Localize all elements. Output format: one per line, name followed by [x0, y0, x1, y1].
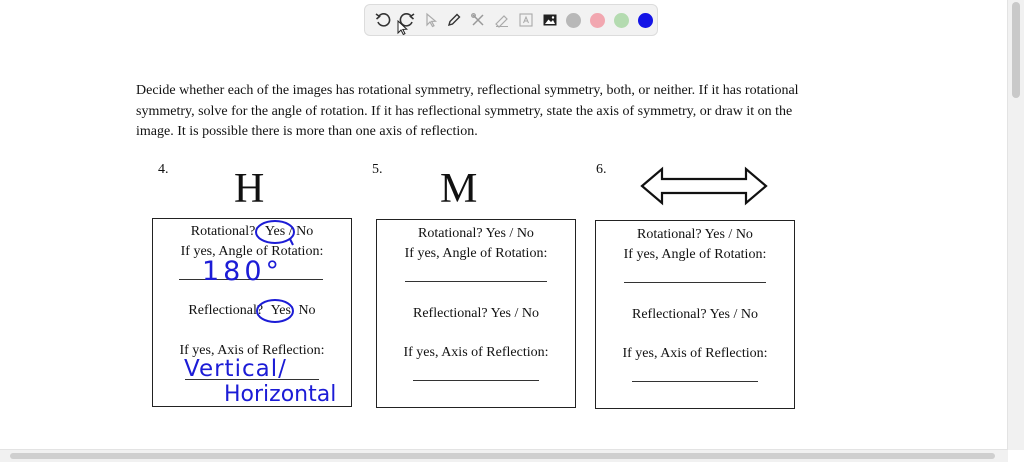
problem-6-answer-box: Rotational? Yes / No If yes, Angle of Ro…	[595, 220, 795, 409]
rotational-question: Rotational? Yes / No	[637, 227, 753, 242]
rotational-question: Rotational? Yes / No	[418, 226, 534, 241]
image-icon[interactable]	[538, 8, 562, 32]
axis-of-reflection-label: If yes, Axis of Reflection:	[622, 346, 768, 361]
axis-of-reflection-label: If yes, Axis of Reflection:	[403, 345, 549, 360]
problem-number: 5.	[372, 162, 383, 177]
vertical-scrollbar[interactable]	[1007, 0, 1024, 450]
mouse-cursor-icon	[397, 20, 409, 36]
pencil-icon[interactable]	[442, 8, 466, 32]
highlighter-icon[interactable]	[490, 8, 514, 32]
axis-answer-line	[185, 379, 319, 380]
reflectional-no: No	[298, 303, 316, 318]
figure-letter-m: M	[440, 166, 478, 212]
color-swatch-green[interactable]	[613, 12, 629, 28]
color-swatch-pink[interactable]	[589, 12, 605, 28]
text-icon[interactable]	[514, 8, 538, 32]
angle-of-rotation-label: If yes, Angle of Rotation:	[623, 247, 767, 262]
rotational-label: Rotational?	[190, 224, 256, 239]
axis-of-reflection-label: If yes, Axis of Reflection:	[179, 343, 325, 358]
vertical-scroll-thumb[interactable]	[1012, 2, 1020, 98]
pointer-icon[interactable]	[419, 8, 443, 32]
figure-letter-h: H	[234, 166, 265, 212]
problem-number: 6.	[596, 162, 607, 177]
axis-answer-line	[632, 381, 758, 382]
angle-answer-line	[405, 281, 547, 282]
yes-circle-annotation	[255, 220, 295, 246]
reflectional-question: Reflectional? Yes / No	[632, 307, 758, 322]
color-swatch-blue[interactable]	[637, 12, 653, 28]
reflectional-question: Reflectional? Yes / No	[413, 306, 539, 321]
double-arrow-figure	[640, 166, 768, 206]
instructions-text: Decide whether each of the images has ro…	[136, 83, 799, 139]
angle-answer-line	[624, 282, 766, 283]
undo-icon[interactable]	[371, 8, 395, 32]
color-swatch-gray[interactable]	[566, 12, 581, 28]
tools-icon[interactable]	[466, 8, 490, 32]
horizontal-scroll-thumb[interactable]	[10, 453, 995, 459]
horizontal-scrollbar[interactable]	[0, 449, 1008, 462]
axis-answer-line	[413, 380, 539, 381]
problem-5-answer-box: Rotational? Yes / No If yes, Angle of Ro…	[376, 219, 576, 408]
angle-of-rotation-label: If yes, Angle of Rotation:	[404, 246, 548, 261]
problem-number: 4.	[158, 162, 169, 177]
angle-answer-line	[179, 279, 323, 280]
yes-circle-annotation	[256, 299, 294, 323]
